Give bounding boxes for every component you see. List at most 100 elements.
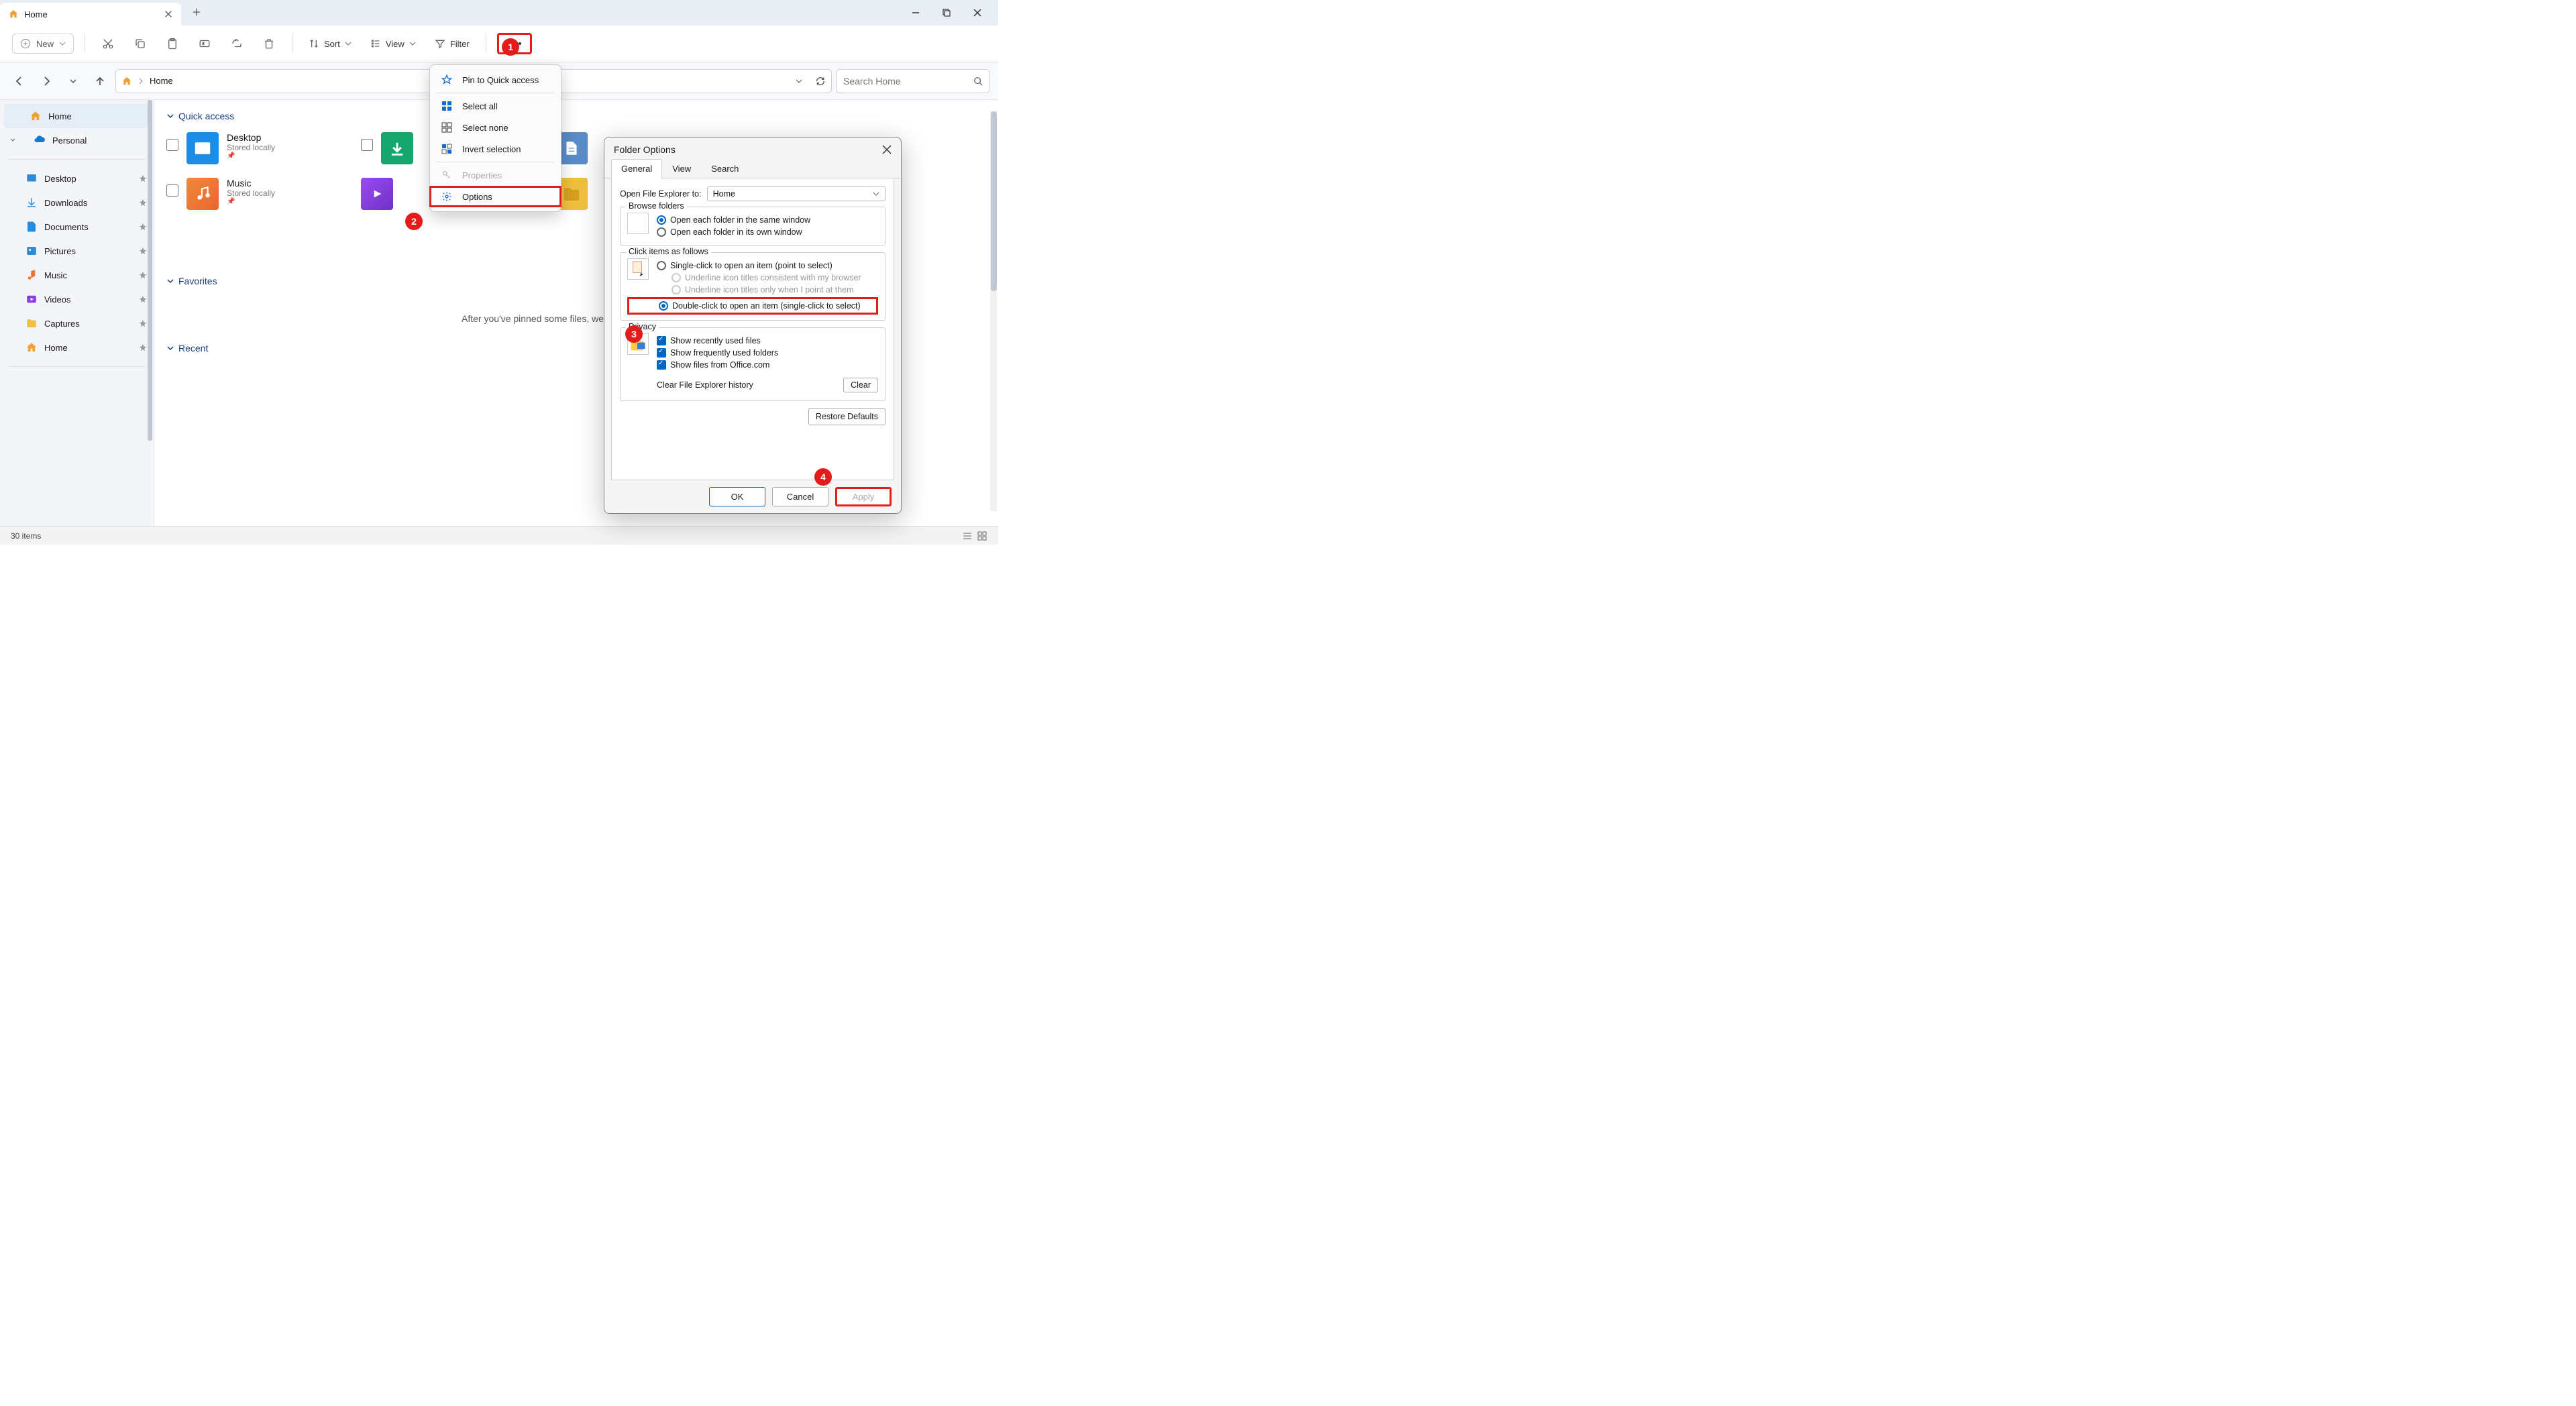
sidebar-item-music[interactable]: Music [0,263,154,287]
section-label: Favorites [178,276,217,286]
chevron-down-icon [166,344,174,352]
cm-label: Properties [462,170,502,180]
new-tab-button[interactable] [181,7,212,19]
titlebar: Home [0,0,998,25]
view-button[interactable]: View [365,34,421,53]
cut-button[interactable] [96,32,120,56]
radio-double-click[interactable]: Double-click to open an item (single-cli… [627,297,878,315]
tab-title: Home [24,9,48,19]
tab-view[interactable]: View [662,159,701,178]
qa-checkbox[interactable] [166,184,178,197]
apply-button[interactable]: Apply [835,487,892,506]
filter-label: Filter [450,39,470,49]
check-office-files[interactable]: Show files from Office.com [657,360,878,370]
pin-icon [139,343,147,352]
home-icon [30,110,42,122]
cancel-button[interactable]: Cancel [772,487,828,506]
sidebar-item-desktop[interactable]: Desktop [0,166,154,191]
tab-search[interactable]: Search [701,159,749,178]
sidebar-scrollbar[interactable] [148,100,152,441]
large-icons-view-icon[interactable] [977,531,987,541]
back-button[interactable] [8,70,31,93]
window-controls [900,2,998,23]
plus-circle-icon [20,38,31,49]
radio-own-window[interactable]: Open each folder in its own window [657,227,878,237]
cm-pin-quick-access[interactable]: Pin to Quick access [430,69,561,91]
qa-checkbox[interactable] [166,139,178,151]
sidebar-item-label: Downloads [44,198,87,208]
open-to-combo[interactable]: Home [707,186,885,201]
sort-button[interactable]: Sort [303,34,357,53]
cm-label: Select all [462,101,498,111]
radio-icon [657,261,666,270]
pin-icon [139,247,147,255]
open-to-label: Open File Explorer to: [620,189,702,199]
radio-same-window[interactable]: Open each folder in the same window [657,215,878,225]
minimize-button[interactable] [900,2,931,23]
close-icon[interactable] [164,9,173,19]
checkbox-icon [657,336,666,345]
cm-label: Select none [462,123,508,133]
history-dropdown[interactable] [62,70,85,93]
delete-button[interactable] [257,32,281,56]
annotation-2: 2 [405,213,423,230]
radio-label: Double-click to open an item (single-cli… [672,301,861,311]
music-icon [25,269,38,281]
ok-button[interactable]: OK [709,487,765,506]
gear-icon [441,191,453,203]
sidebar-item-videos[interactable]: Videos [0,287,154,311]
qa-checkbox[interactable] [361,139,373,151]
tab-home[interactable]: Home [0,3,181,25]
status-bar: 30 items [0,526,998,545]
search-input[interactable] [843,76,968,87]
maximize-button[interactable] [931,2,962,23]
copy-button[interactable] [128,32,152,56]
close-button[interactable] [962,2,993,23]
cm-select-none[interactable]: Select none [430,117,561,138]
qa-item-music[interactable]: Music Stored locally 📌 [166,174,361,214]
refresh-icon[interactable] [815,76,826,87]
sidebar-item-home2[interactable]: Home [0,335,154,360]
content-scrollbar-thumb[interactable] [991,111,997,291]
forward-button[interactable] [35,70,58,93]
chevron-down-icon[interactable] [795,77,803,85]
tab-general[interactable]: General [611,159,662,178]
sidebar-item-pictures[interactable]: Pictures [0,239,154,263]
browse-icon [627,213,649,234]
music-icon [186,178,219,210]
sidebar-item-personal[interactable]: Personal [0,128,154,152]
cm-label: Pin to Quick access [462,75,539,85]
search-box[interactable] [836,69,990,93]
section-label: Recent [178,343,208,354]
qa-item-desktop[interactable]: Desktop Stored locally 📌 [166,128,361,168]
documents-icon [25,221,38,233]
restore-defaults-button[interactable]: Restore Defaults [808,408,885,425]
check-recent-files[interactable]: Show recently used files [657,336,878,345]
chevron-down-icon [166,112,174,120]
sidebar-item-home[interactable]: Home [4,104,150,128]
cm-options[interactable]: Options [429,186,561,207]
section-quick-access[interactable]: Quick access [166,111,986,121]
home-icon [121,76,132,87]
close-icon[interactable] [882,145,892,154]
cm-invert-selection[interactable]: Invert selection [430,138,561,160]
radio-single-click[interactable]: Single-click to open an item (point to s… [657,261,878,270]
filter-button[interactable]: Filter [429,34,475,53]
check-freq-folders[interactable]: Show frequently used folders [657,348,878,358]
breadcrumb[interactable]: Home [150,76,173,86]
share-button[interactable] [225,32,249,56]
details-view-icon[interactable] [962,531,973,541]
dialog-titlebar[interactable]: Folder Options [604,138,901,159]
sidebar-item-captures[interactable]: Captures [0,311,154,335]
cm-select-all[interactable]: Select all [430,95,561,117]
new-button[interactable]: New [12,34,74,54]
clear-button[interactable]: Clear [843,378,878,392]
check-label: Show files from Office.com [670,360,769,370]
paste-button[interactable] [160,32,184,56]
rename-button[interactable] [193,32,217,56]
sidebar-item-downloads[interactable]: Downloads [0,191,154,215]
sidebar-item-documents[interactable]: Documents [0,215,154,239]
home-icon [8,9,19,19]
chevron-down-icon[interactable] [9,137,16,144]
up-button[interactable] [89,70,111,93]
